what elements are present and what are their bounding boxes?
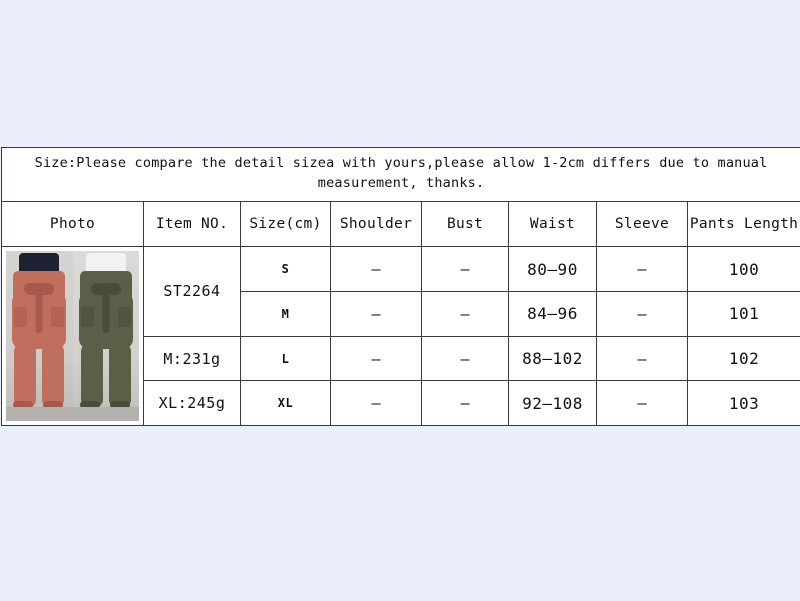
bust-value-m: – [421,290,509,337]
pants-length-value-xl: 103 [686,380,800,427]
size-value-m: M [240,290,331,337]
weight-value-m: M:231g [143,335,241,382]
sleeve-value-m: – [596,290,688,337]
belt-bow-olive [90,283,121,296]
table-row: ST2264 S – – 80–90 – 100 [1,246,800,427]
shoulder-value-s: – [330,246,422,292]
floor-olive [72,407,139,422]
pocket-left-olive [80,307,94,328]
column-header-sleeve: Sleeve [596,201,688,248]
product-photo-cell [1,246,144,427]
column-header-size: Size(cm) [240,201,331,248]
model-coral-pants [6,251,73,422]
column-header-photo: Photo [1,201,144,248]
size-note-cell: Size:Please compare the detail sizea wit… [0,146,800,203]
pants-length-value-l: 102 [686,335,800,382]
bust-value-s: – [421,246,509,292]
leg-right-coral [42,345,65,408]
header-row: Photo Item NO. Size(cm) Shoulder Bust Wa… [1,201,800,248]
leg-left-coral [14,345,37,408]
photo-inner [6,251,139,422]
size-note-line-2: measurement, thanks. [317,174,485,191]
size-note-line-1: Size:Please compare the detail sizea wit… [34,155,768,171]
pocket-right-olive [117,307,131,328]
pants-length-value-s: 100 [686,246,800,292]
shoulder-value-xl: – [330,380,422,427]
size-chart-table: Size:Please compare the detail sizea wit… [0,146,800,427]
bust-value-xl: – [421,380,509,427]
weight-value-xl: XL:245g [143,380,241,427]
size-value-s: S [240,246,331,292]
sleeve-value-s: – [596,246,688,292]
waist-value-s: 80–90 [508,246,597,292]
shoulder-value-l: – [330,335,422,382]
belt-sash-coral [35,293,43,334]
product-photo-paperbag-pants [2,247,143,425]
floor-coral [6,407,73,422]
column-header-bust: Bust [421,201,509,248]
belt-sash-olive [102,293,110,334]
column-header-pants-length: Pants Length [686,201,800,248]
pants-length-value-m: 101 [686,290,800,337]
size-value-l: L [240,335,331,382]
pocket-left-coral [14,307,28,328]
column-header-shoulder: Shoulder [330,201,422,248]
leg-left-olive [80,345,103,408]
belt-bow-coral [24,283,55,296]
pocket-right-coral [51,307,65,328]
shoulder-value-m: – [330,290,422,337]
leg-right-olive [108,345,131,408]
note-row: Size:Please compare the detail sizea wit… [0,146,800,203]
size-value-xl: XL [240,380,331,427]
waist-value-l: 88–102 [508,335,597,382]
column-header-item-no: Item NO. [143,201,241,248]
sleeve-value-l: – [596,335,688,382]
sleeve-value-xl: – [596,380,688,427]
column-header-waist: Waist [508,201,597,248]
waist-value-xl: 92–108 [508,380,597,427]
item-no-value: ST2264 [143,246,241,337]
waist-value-m: 84–96 [508,290,597,337]
model-olive-pants [72,251,139,422]
bust-value-l: – [421,335,509,382]
